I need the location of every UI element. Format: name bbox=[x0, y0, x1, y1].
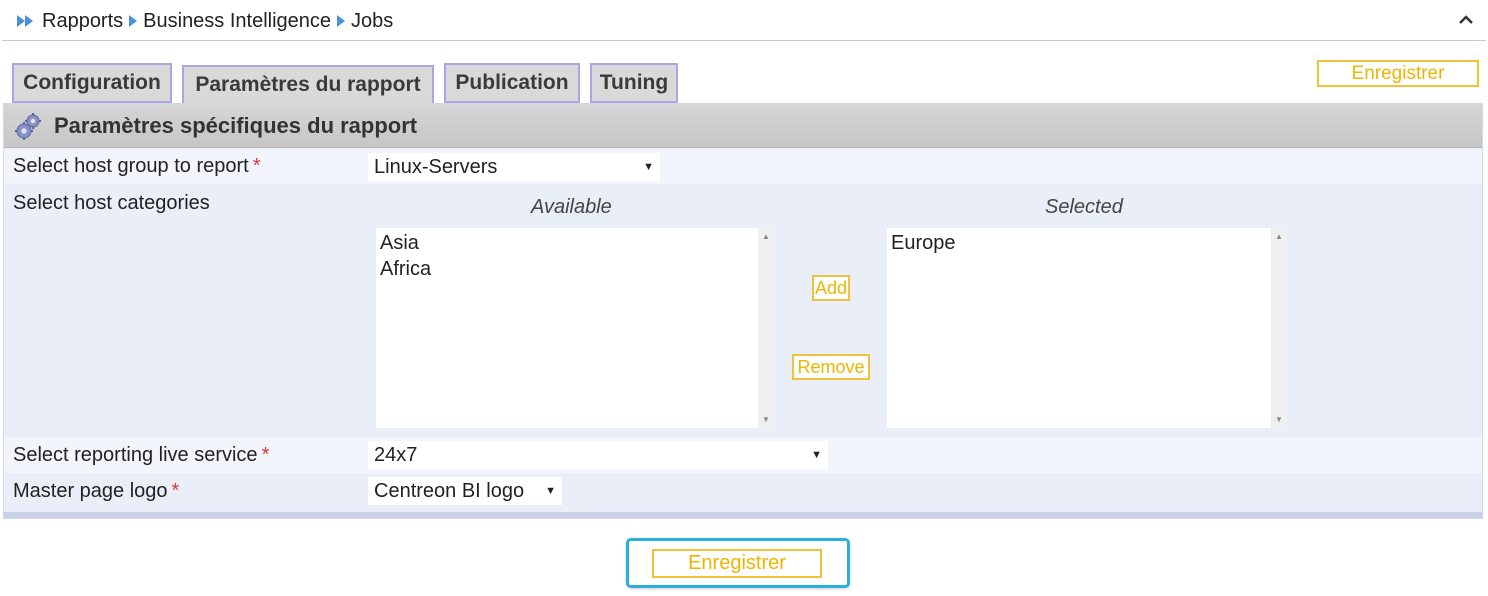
tab-label: Paramètres du rapport bbox=[195, 73, 421, 96]
chevron-up-icon[interactable] bbox=[1456, 10, 1476, 30]
row-host-categories: Select host categories Available Selecte… bbox=[4, 184, 1482, 437]
scrollbar[interactable]: ▲ ▼ bbox=[758, 228, 774, 428]
chevron-right-icon bbox=[127, 14, 139, 28]
tab-label: Configuration bbox=[23, 71, 161, 94]
scrollbar[interactable]: ▲ ▼ bbox=[1271, 228, 1287, 428]
available-header: Available bbox=[531, 196, 612, 218]
row-live-service: Select reporting live service * 24x7 ▼ bbox=[4, 437, 1482, 473]
selected-header: Selected bbox=[1045, 196, 1123, 218]
dropdown-caret-icon: ▼ bbox=[643, 161, 654, 173]
list-item[interactable]: Africa bbox=[380, 256, 770, 282]
tab-publication[interactable]: Publication bbox=[444, 63, 580, 103]
breadcrumb-item-rapports[interactable]: Rapports bbox=[42, 10, 123, 33]
add-label: Add bbox=[814, 277, 848, 298]
tab-label: Tuning bbox=[599, 71, 669, 94]
save-button-bottom[interactable]: Enregistrer bbox=[652, 549, 822, 578]
dropdown-caret-icon: ▼ bbox=[545, 485, 556, 497]
add-button[interactable]: Add bbox=[812, 275, 850, 301]
tab-parametres-du-rapport[interactable]: Paramètres du rapport bbox=[182, 65, 434, 105]
live-service-select[interactable]: 24x7 ▼ bbox=[368, 441, 828, 469]
master-logo-label: Master page logo * bbox=[13, 480, 180, 502]
live-service-value: 24x7 bbox=[374, 443, 418, 466]
dropdown-caret-icon: ▼ bbox=[811, 449, 822, 461]
panel-title: Paramètres spécifiques du rapport bbox=[54, 112, 418, 138]
selected-categories-list[interactable]: Europe ▲ ▼ bbox=[887, 228, 1287, 428]
breadcrumb-item-business-intelligence[interactable]: Business Intelligence bbox=[143, 10, 331, 33]
double-arrow-icon bbox=[16, 14, 36, 28]
list-item[interactable]: Asia bbox=[380, 230, 770, 256]
breadcrumb-item-jobs[interactable]: Jobs bbox=[351, 10, 393, 33]
remove-label: Remove bbox=[797, 356, 865, 377]
save-button-top[interactable]: Enregistrer bbox=[1317, 60, 1479, 87]
host-group-select[interactable]: Linux-Servers ▼ bbox=[368, 153, 660, 181]
live-service-label: Select reporting live service * bbox=[13, 444, 270, 466]
remove-button[interactable]: Remove bbox=[792, 354, 870, 380]
panel-header: Paramètres spécifiques du rapport bbox=[4, 104, 1482, 148]
host-group-label: Select host group to report * bbox=[13, 155, 261, 177]
list-item[interactable]: Europe bbox=[891, 230, 1283, 256]
gears-icon bbox=[14, 111, 44, 141]
save-label: Enregistrer bbox=[688, 552, 786, 574]
tab-configuration[interactable]: Configuration bbox=[12, 63, 172, 103]
master-logo-select[interactable]: Centreon BI logo ▼ bbox=[368, 477, 562, 505]
tab-tuning[interactable]: Tuning bbox=[590, 63, 678, 103]
chevron-right-icon bbox=[335, 14, 347, 28]
host-group-value: Linux-Servers bbox=[374, 155, 498, 178]
breadcrumb: Rapports Business Intelligence Jobs bbox=[16, 8, 393, 34]
tab-label: Publication bbox=[455, 71, 569, 94]
save-label: Enregistrer bbox=[1351, 62, 1445, 84]
divider bbox=[2, 40, 1486, 41]
panel-footer-bar bbox=[4, 512, 1482, 518]
available-categories-list[interactable]: Asia Africa ▲ ▼ bbox=[376, 228, 774, 428]
report-params-panel: Paramètres spécifiques du rapport Select… bbox=[3, 103, 1483, 519]
row-master-logo: Master page logo * Centreon BI logo ▼ bbox=[4, 473, 1482, 509]
master-logo-value: Centreon BI logo bbox=[374, 479, 525, 502]
row-host-group: Select host group to report * Linux-Serve… bbox=[4, 149, 1482, 184]
host-categories-label: Select host categories bbox=[13, 192, 210, 214]
